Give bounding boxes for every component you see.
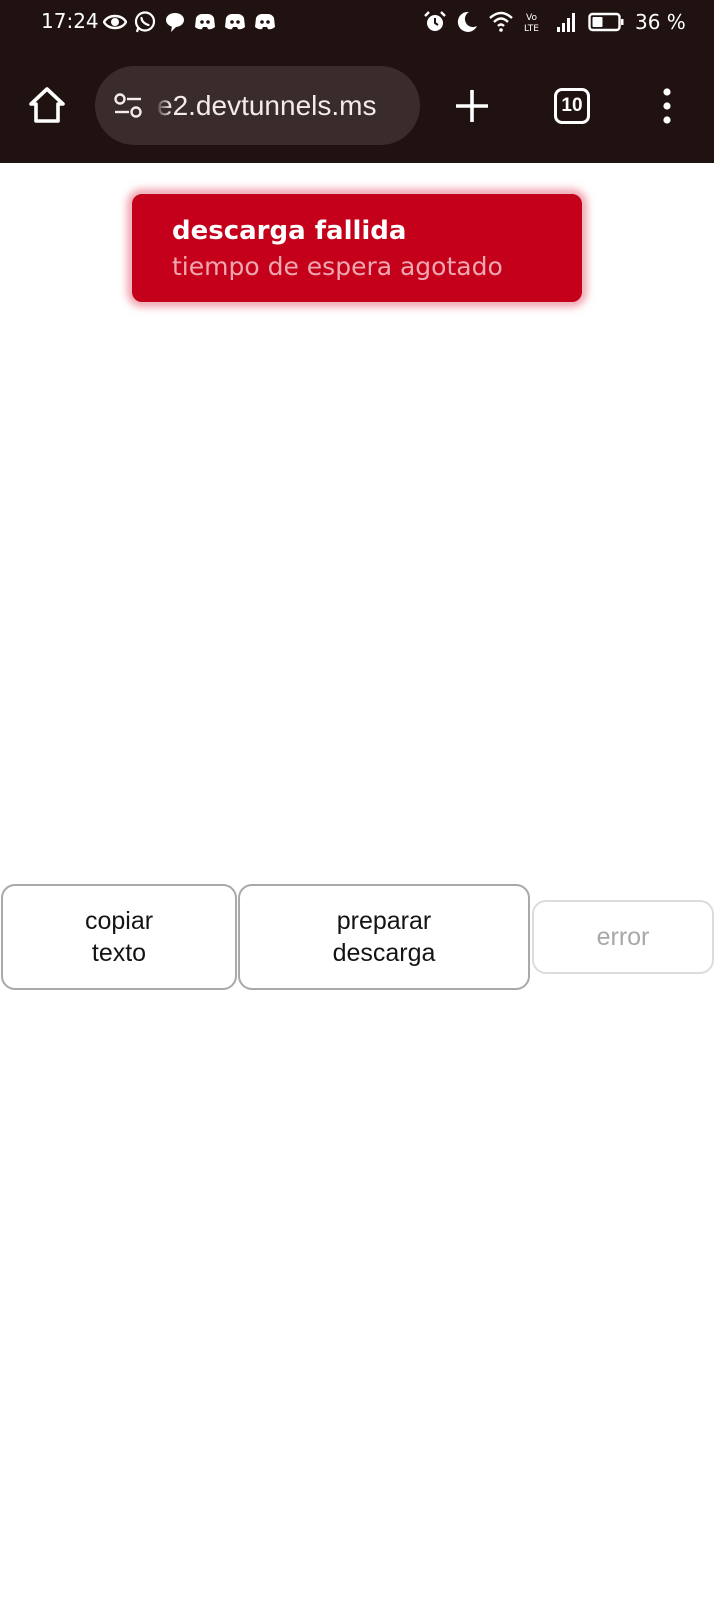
site-settings-icon[interactable]	[113, 93, 143, 119]
browser-toolbar: e2.devtunnels.ms 10	[0, 44, 714, 163]
toast-subtitle: tiempo de espera agotado	[172, 252, 503, 281]
system-icons: Vo LTE 36 %	[423, 9, 686, 35]
status-time: 17:24	[41, 9, 99, 33]
notification-icons	[103, 9, 277, 35]
toast-title: descarga fallida	[172, 216, 407, 246]
discord-icon	[195, 14, 215, 30]
copy-text-button[interactable]: copiar texto	[1, 884, 237, 990]
prepare-download-button[interactable]: preparar descarga	[238, 884, 530, 990]
wifi-icon	[489, 11, 513, 32]
more-menu-icon[interactable]	[656, 86, 678, 126]
address-bar[interactable]: e2.devtunnels.ms	[95, 66, 420, 145]
svg-text:LTE: LTE	[524, 24, 539, 34]
volte-icon: Vo LTE	[524, 13, 539, 34]
tab-switcher-button[interactable]: 10	[554, 88, 590, 124]
copy-button-line1: copiar	[84, 907, 154, 935]
new-tab-icon[interactable]	[452, 86, 492, 126]
discord-icon	[225, 14, 245, 30]
moon-icon	[457, 11, 477, 32]
status-bar: 17:24 Vo LTE 36 %	[0, 0, 714, 44]
alarm-icon	[424, 11, 446, 31]
discord-icon	[255, 14, 275, 30]
url-fade	[155, 84, 171, 128]
error-button[interactable]: error	[532, 900, 714, 974]
battery-percent: 36 %	[635, 10, 686, 34]
signal-icon	[557, 13, 575, 32]
prepare-button-line1: preparar	[336, 907, 432, 935]
chat-bubble-icon	[166, 13, 184, 32]
eye-icon	[103, 14, 127, 30]
prepare-button-line2: descarga	[332, 939, 436, 967]
url-text[interactable]: e2.devtunnels.ms	[157, 86, 407, 126]
whatsapp-icon	[134, 11, 156, 33]
copy-button-line2: texto	[91, 939, 147, 967]
error-button-label: error	[596, 923, 650, 951]
svg-text:Vo: Vo	[526, 13, 537, 23]
home-icon[interactable]	[26, 85, 68, 125]
error-toast: descarga fallida tiempo de espera agotad…	[130, 192, 584, 304]
battery-icon	[588, 12, 624, 32]
